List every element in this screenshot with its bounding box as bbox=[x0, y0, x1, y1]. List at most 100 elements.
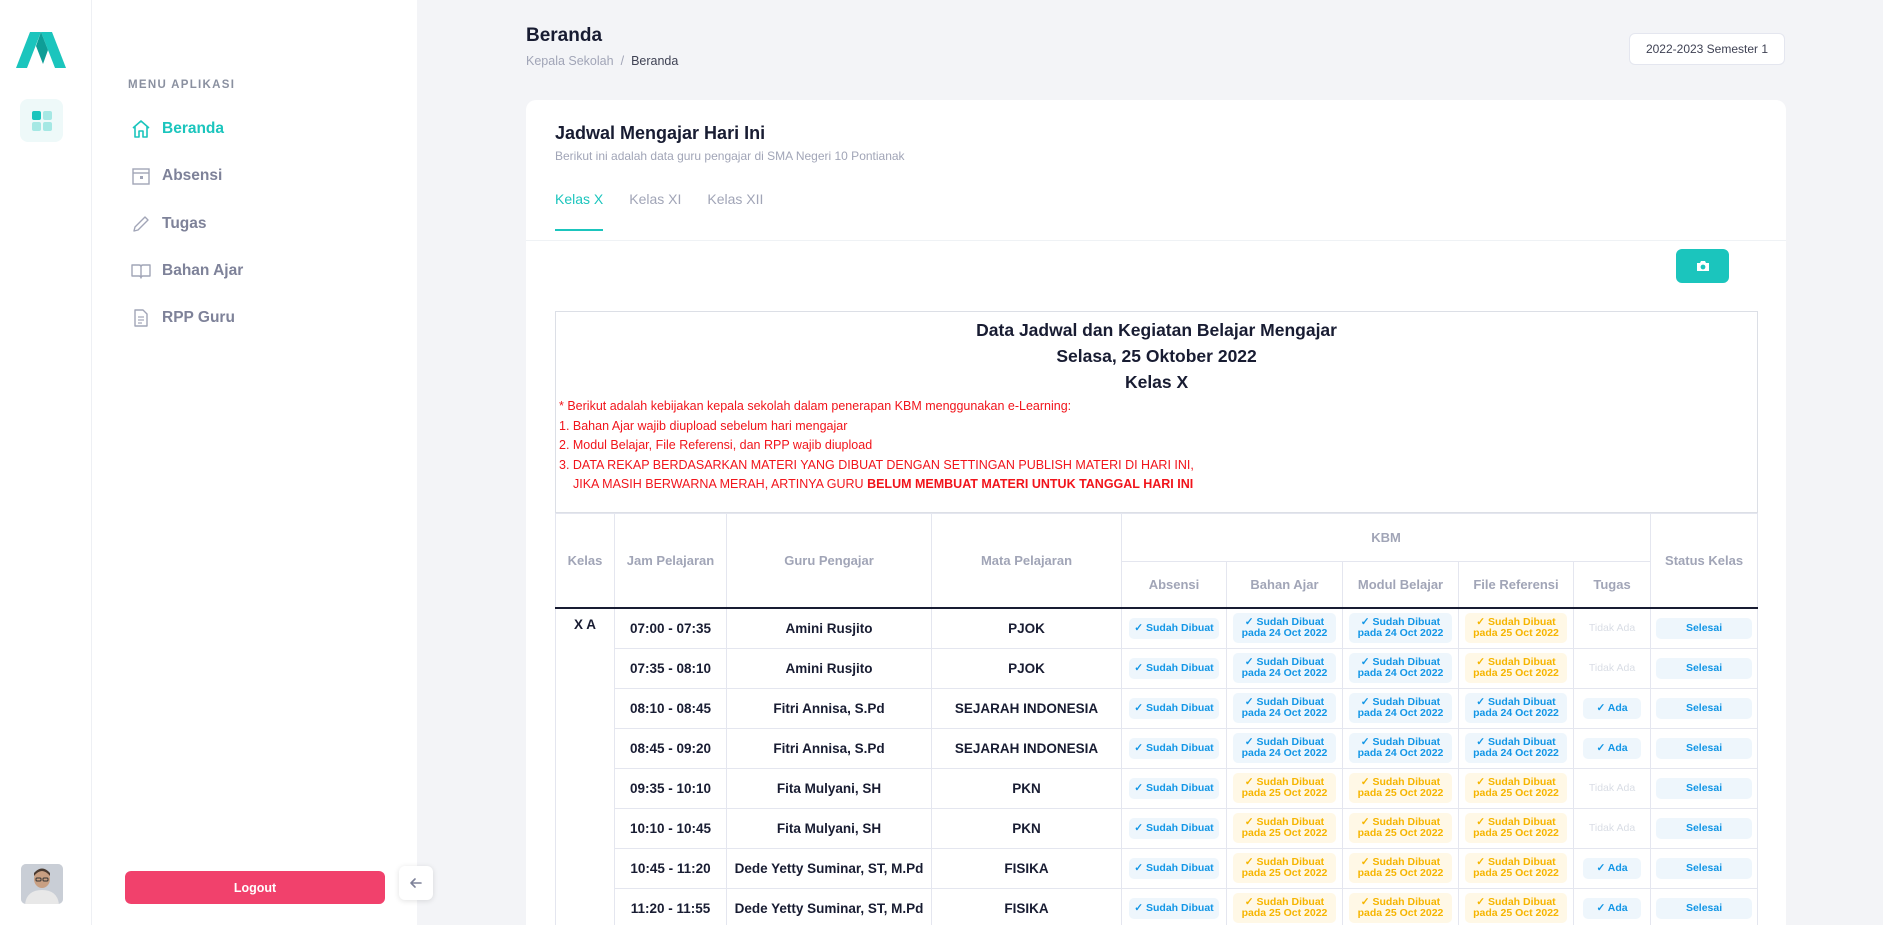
breadcrumb-item-kepala-sekolah[interactable]: Kepala Sekolah bbox=[526, 54, 614, 68]
user-avatar[interactable] bbox=[21, 864, 63, 904]
absensi-badge[interactable]: ✓ Sudah Dibuat bbox=[1129, 657, 1219, 679]
cell-status: Selesai bbox=[1650, 647, 1759, 689]
absensi-badge[interactable]: ✓ Sudah Dibuat bbox=[1129, 817, 1219, 839]
arrow-left-icon bbox=[410, 878, 422, 888]
modul-badge[interactable]: ✓ Sudah Dibuat pada 24 Oct 2022 bbox=[1349, 653, 1452, 683]
badge-line-2: pada 24 Oct 2022 bbox=[1357, 747, 1444, 759]
semester-selector[interactable]: 2022-2023 Semester 1 bbox=[1629, 33, 1785, 65]
absensi-badge[interactable]: ✓ Sudah Dibuat bbox=[1129, 897, 1219, 919]
bahan-badge[interactable]: ✓ Sudah Dibuat pada 24 Oct 2022 bbox=[1233, 613, 1336, 644]
file-badge[interactable]: ✓ Sudah Dibuat pada 24 Oct 2022 bbox=[1465, 693, 1567, 723]
collapse-sidebar-button[interactable] bbox=[399, 866, 433, 900]
app-logo[interactable] bbox=[16, 32, 66, 68]
file-badge[interactable]: ✓ Sudah Dibuat pada 25 Oct 2022 bbox=[1465, 893, 1567, 923]
badge-line-2: pada 24 Oct 2022 bbox=[1241, 667, 1328, 679]
cell-guru: Fitri Annisa, S.Pd bbox=[726, 687, 932, 729]
tab-kelas-xi[interactable]: Kelas XI bbox=[629, 191, 681, 231]
absensi-badge[interactable]: ✓ Sudah Dibuat bbox=[1129, 617, 1219, 639]
tugas-badge: Tidak Ada bbox=[1588, 781, 1636, 794]
badge-line-2: pada 25 Oct 2022 bbox=[1241, 867, 1328, 879]
schedule-grid: Kelas Jam Pelajaran Guru Pengajar Mata P… bbox=[555, 512, 1759, 925]
bahan-badge[interactable]: ✓ Sudah Dibuat pada 25 Oct 2022 bbox=[1233, 853, 1336, 883]
note-intro: * Berikut adalah kebijakan kepala sekola… bbox=[559, 399, 1072, 413]
sidebar-item-absensi[interactable]: Absensi bbox=[130, 164, 222, 188]
apps-grid-icon bbox=[31, 110, 52, 131]
cell-guru: Dede Yetty Suminar, ST, M.Pd bbox=[726, 887, 932, 925]
note-4: JIKA MASIH BERWARNA MERAH, ARTINYA GURU bbox=[573, 477, 864, 491]
cell-file: ✓ Sudah Dibuat pada 25 Oct 2022 bbox=[1458, 847, 1574, 889]
cell-mapel: PJOK bbox=[931, 607, 1122, 649]
note-2: 2. Modul Belajar, File Referensi, dan RP… bbox=[559, 438, 873, 452]
bahan-badge[interactable]: ✓ Sudah Dibuat pada 25 Oct 2022 bbox=[1233, 773, 1336, 803]
logout-button[interactable]: Logout bbox=[125, 871, 385, 904]
absensi-badge[interactable]: ✓ Sudah Dibuat bbox=[1129, 857, 1219, 879]
badge-line-2: pada 25 Oct 2022 bbox=[1241, 827, 1328, 839]
modul-badge[interactable]: ✓ Sudah Dibuat pada 25 Oct 2022 bbox=[1349, 893, 1452, 923]
bahan-badge[interactable]: ✓ Sudah Dibuat pada 25 Oct 2022 bbox=[1233, 893, 1336, 923]
absensi-badge[interactable]: ✓ Sudah Dibuat bbox=[1129, 777, 1219, 799]
tugas-badge[interactable]: ✓ Ada bbox=[1583, 737, 1641, 759]
cell-guru: Fita Mulyani, SH bbox=[726, 767, 932, 809]
sidebar-item-rpp-guru[interactable]: RPP Guru bbox=[130, 306, 235, 330]
sidebar-item-bahan-ajar[interactable]: Bahan Ajar bbox=[130, 259, 243, 283]
apps-grid-button[interactable] bbox=[20, 99, 63, 142]
cell-jam: 09:35 - 10:10 bbox=[614, 767, 727, 809]
status-badge[interactable]: Selesai bbox=[1656, 777, 1753, 799]
modul-badge[interactable]: ✓ Sudah Dibuat pada 24 Oct 2022 bbox=[1349, 613, 1452, 644]
cell-modul: ✓ Sudah Dibuat pada 24 Oct 2022 bbox=[1342, 727, 1459, 769]
table-row: 08:45 - 09:20 Fitri Annisa, S.Pd SEJARAH I… bbox=[556, 727, 1759, 769]
card-title: Jadwal Mengajar Hari Ini bbox=[555, 123, 766, 143]
cell-absensi: ✓ Sudah Dibuat bbox=[1121, 807, 1227, 849]
file-badge[interactable]: ✓ Sudah Dibuat pada 25 Oct 2022 bbox=[1465, 653, 1567, 683]
status-badge[interactable]: Selesai bbox=[1656, 657, 1753, 679]
modul-badge[interactable]: ✓ Sudah Dibuat pada 25 Oct 2022 bbox=[1349, 853, 1452, 883]
badge-line-2: pada 25 Oct 2022 bbox=[1473, 907, 1559, 919]
file-badge[interactable]: ✓ Sudah Dibuat pada 25 Oct 2022 bbox=[1465, 773, 1567, 803]
file-badge[interactable]: ✓ Sudah Dibuat pada 25 Oct 2022 bbox=[1465, 613, 1567, 644]
modul-badge[interactable]: ✓ Sudah Dibuat pada 25 Oct 2022 bbox=[1349, 773, 1452, 803]
status-badge[interactable]: Selesai bbox=[1656, 897, 1753, 919]
status-badge[interactable]: Selesai bbox=[1656, 617, 1753, 639]
screenshot-button[interactable] bbox=[1676, 249, 1729, 283]
modul-badge[interactable]: ✓ Sudah Dibuat pada 25 Oct 2022 bbox=[1349, 813, 1452, 843]
tugas-badge[interactable]: ✓ Ada bbox=[1583, 857, 1641, 879]
status-badge[interactable]: Selesai bbox=[1656, 737, 1753, 759]
modul-badge[interactable]: ✓ Sudah Dibuat pada 24 Oct 2022 bbox=[1349, 733, 1452, 763]
absensi-badge[interactable]: ✓ Sudah Dibuat bbox=[1129, 697, 1219, 719]
badge-line-2: pada 24 Oct 2022 bbox=[1241, 747, 1328, 759]
sidebar-item-beranda[interactable]: Beranda bbox=[130, 117, 224, 141]
absensi-badge[interactable]: ✓ Sudah Dibuat bbox=[1129, 737, 1219, 759]
file-badge[interactable]: ✓ Sudah Dibuat pada 24 Oct 2022 bbox=[1465, 733, 1567, 763]
tugas-badge: Tidak Ada bbox=[1588, 821, 1636, 834]
file-badge[interactable]: ✓ Sudah Dibuat pada 25 Oct 2022 bbox=[1465, 853, 1567, 883]
badge-line-2: pada 25 Oct 2022 bbox=[1473, 787, 1559, 799]
bahan-badge[interactable]: ✓ Sudah Dibuat pada 24 Oct 2022 bbox=[1233, 733, 1336, 763]
cell-bahan: ✓ Sudah Dibuat pada 25 Oct 2022 bbox=[1226, 847, 1343, 889]
bahan-badge[interactable]: ✓ Sudah Dibuat pada 24 Oct 2022 bbox=[1233, 693, 1336, 723]
modul-badge[interactable]: ✓ Sudah Dibuat pada 24 Oct 2022 bbox=[1349, 693, 1452, 723]
cell-guru: Dede Yetty Suminar, ST, M.Pd bbox=[726, 847, 932, 889]
cell-status: Selesai bbox=[1650, 887, 1759, 925]
sidebar-menu: MENU APLIKASI Beranda Absensi Tugas Baha… bbox=[92, 0, 417, 925]
status-badge[interactable]: Selesai bbox=[1656, 697, 1753, 719]
sidebar-item-tugas[interactable]: Tugas bbox=[130, 212, 207, 236]
book-icon bbox=[130, 260, 152, 282]
col-header-guru: Guru Pengajar bbox=[726, 512, 932, 609]
bahan-badge[interactable]: ✓ Sudah Dibuat pada 24 Oct 2022 bbox=[1233, 653, 1336, 683]
badge-line-2: pada 25 Oct 2022 bbox=[1357, 787, 1444, 799]
tugas-badge[interactable]: ✓ Ada bbox=[1583, 697, 1641, 719]
cell-absensi: ✓ Sudah Dibuat bbox=[1121, 727, 1227, 769]
file-badge[interactable]: ✓ Sudah Dibuat pada 25 Oct 2022 bbox=[1465, 813, 1567, 843]
tugas-badge: Tidak Ada bbox=[1588, 661, 1636, 674]
cell-status: Selesai bbox=[1650, 727, 1759, 769]
cell-bahan: ✓ Sudah Dibuat pada 24 Oct 2022 bbox=[1226, 687, 1343, 729]
tab-kelas-x[interactable]: Kelas X bbox=[555, 191, 604, 231]
col-header-status: Status Kelas bbox=[1650, 512, 1759, 609]
col-header-mapel: Mata Pelajaran bbox=[931, 512, 1122, 609]
badge-line-2: pada 25 Oct 2022 bbox=[1473, 667, 1559, 679]
status-badge[interactable]: Selesai bbox=[1656, 817, 1753, 839]
bahan-badge[interactable]: ✓ Sudah Dibuat pada 25 Oct 2022 bbox=[1233, 813, 1336, 843]
tugas-badge[interactable]: ✓ Ada bbox=[1583, 897, 1641, 919]
tab-kelas-xii[interactable]: Kelas XII bbox=[707, 191, 763, 231]
status-badge[interactable]: Selesai bbox=[1656, 857, 1753, 879]
